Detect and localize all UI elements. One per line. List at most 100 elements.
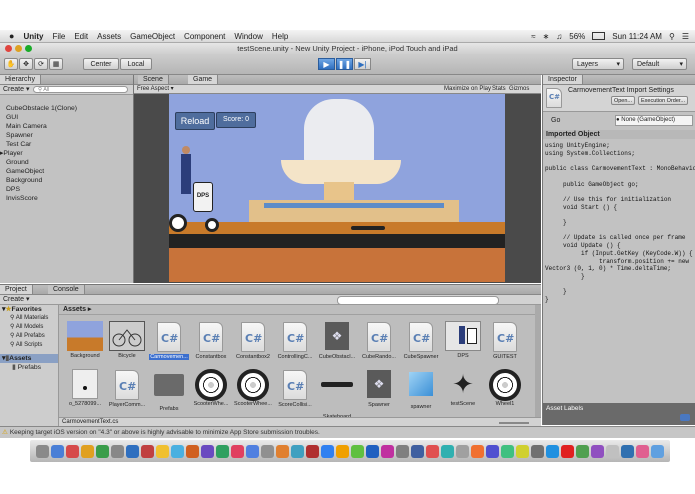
dock-app-icon[interactable] <box>81 445 94 458</box>
asset-item[interactable]: ❖ CubeObstacl... <box>317 321 357 360</box>
dock-app-icon[interactable] <box>651 445 664 458</box>
notification-icon[interactable]: ☰ <box>682 32 689 41</box>
fav-item[interactable]: ⚲ All Prefabs <box>0 332 58 341</box>
hierarchy-item[interactable]: Background <box>0 176 133 185</box>
execution-order-button[interactable]: Execution Order... <box>638 96 688 105</box>
asset-item[interactable]: Bicycle <box>107 321 147 359</box>
dock-app-icon[interactable] <box>411 445 424 458</box>
favorites-header[interactable]: ▾★Favorites <box>0 305 58 314</box>
game-viewport[interactable]: DPS Reload Score: 0 <box>169 94 505 282</box>
dock-app-icon[interactable] <box>576 445 589 458</box>
hierarchy-search-input[interactable]: ⚲ All <box>33 86 128 93</box>
dock-app-icon[interactable] <box>366 445 379 458</box>
dock-app-icon[interactable] <box>501 445 514 458</box>
hierarchy-item[interactable]: Test Car <box>0 140 133 149</box>
clock[interactable]: Sun 11:24 AM <box>612 32 662 41</box>
dock-app-icon[interactable] <box>426 445 439 458</box>
menu-assets[interactable]: Assets <box>97 32 121 41</box>
dock-app-icon[interactable] <box>351 445 364 458</box>
status-message[interactable]: Keeping target iOS version on "4.3" or a… <box>10 429 320 436</box>
asset-item[interactable]: Skateboard <box>317 369 357 420</box>
dock-app-icon[interactable] <box>636 445 649 458</box>
dock-app-icon[interactable] <box>201 445 214 458</box>
move-tool-icon[interactable]: ✥ <box>19 58 33 70</box>
asset-item[interactable]: ❖ Spawner <box>359 369 399 408</box>
hierarchy-item[interactable]: CubeObstacle 1(Clone) <box>0 104 133 113</box>
step-button[interactable]: ▶| <box>354 58 371 70</box>
dock-app-icon[interactable] <box>246 445 259 458</box>
tab-game[interactable]: Game <box>188 75 219 84</box>
asset-item[interactable]: C# ScoreCollisi... <box>275 369 315 408</box>
dock-app-icon[interactable] <box>471 445 484 458</box>
asset-item[interactable]: C# PlayerComm... <box>107 369 147 408</box>
dock-app-icon[interactable] <box>591 445 604 458</box>
spotlight-icon[interactable]: ⚲ <box>669 32 675 41</box>
asset-item[interactable]: Background <box>65 321 105 359</box>
dock-app-icon[interactable] <box>561 445 574 458</box>
asset-item[interactable]: Prefabs <box>149 369 189 412</box>
dock-app-icon[interactable] <box>486 445 499 458</box>
apple-icon[interactable]: ● <box>9 31 14 41</box>
hierarchy-item[interactable]: Main Camera <box>0 122 133 131</box>
dock-app-icon[interactable] <box>621 445 634 458</box>
asset-breadcrumb[interactable]: Assets ▸ <box>59 305 535 315</box>
hierarchy-item[interactable]: Ground <box>0 158 133 167</box>
icon-size-slider[interactable] <box>499 422 529 424</box>
dock-app-icon[interactable] <box>141 445 154 458</box>
tab-scene[interactable]: Scene <box>138 75 169 84</box>
play-button[interactable]: ▶ <box>318 58 335 70</box>
reload-button[interactable]: Reload <box>175 112 215 130</box>
minimize-window-icon[interactable] <box>15 45 22 52</box>
asset-item[interactable]: Wheel1 <box>485 369 525 407</box>
gizmos-dropdown[interactable]: Gizmos <box>509 85 529 93</box>
dock-app-icon[interactable] <box>216 445 229 458</box>
dock-app-icon[interactable] <box>531 445 544 458</box>
asset-item[interactable]: ScooterWhee... <box>233 369 273 407</box>
label-tag-icon[interactable] <box>680 414 690 421</box>
asset-item[interactable]: DPS <box>443 321 483 359</box>
tab-console[interactable]: Console <box>48 285 85 294</box>
menu-help[interactable]: Help <box>272 32 288 41</box>
fav-item[interactable]: ⚲ All Scripts <box>0 341 58 350</box>
dock-app-icon[interactable] <box>381 445 394 458</box>
layers-dropdown[interactable]: Layers ▾ <box>572 58 624 70</box>
pause-button[interactable]: ❚❚ <box>336 58 353 70</box>
dock-app-icon[interactable] <box>111 445 124 458</box>
prefabs-folder[interactable]: ▮ Prefabs <box>0 363 58 372</box>
asset-item[interactable]: C# Constantbox2 <box>233 321 273 360</box>
asset-item[interactable]: C# Carmovemen... <box>149 321 189 360</box>
bluetooth-icon[interactable]: ∗ <box>543 32 550 41</box>
hierarchy-item[interactable]: GameObject <box>0 167 133 176</box>
fav-item[interactable]: ⚲ All Materials <box>0 314 58 323</box>
dock-app-icon[interactable] <box>306 445 319 458</box>
dock-app-icon[interactable] <box>96 445 109 458</box>
menu-gameobject[interactable]: GameObject <box>130 32 175 41</box>
dock-app-icon[interactable] <box>51 445 64 458</box>
maximize-on-play-toggle[interactable]: Maximize on Play <box>444 85 491 93</box>
hierarchy-item[interactable]: DPS <box>0 185 133 194</box>
battery-icon[interactable] <box>592 32 606 40</box>
dock-app-icon[interactable] <box>186 445 199 458</box>
assets-folder[interactable]: ▾▮Assets <box>0 354 58 363</box>
dock-app-icon[interactable] <box>456 445 469 458</box>
asset-item[interactable]: ✦ testScene <box>443 369 483 407</box>
dock-app-icon[interactable] <box>66 445 79 458</box>
battery-percent[interactable]: 56% <box>569 32 585 41</box>
layout-dropdown[interactable]: Default ▾ <box>632 58 687 70</box>
hierarchy-item[interactable]: GUI <box>0 113 133 122</box>
asset-item[interactable]: spawner <box>401 369 441 410</box>
dock-app-icon[interactable] <box>291 445 304 458</box>
asset-item[interactable]: C# GUITEST <box>485 321 525 360</box>
menu-component[interactable]: Component <box>184 32 225 41</box>
dock-app-icon[interactable] <box>261 445 274 458</box>
dock-app-icon[interactable] <box>516 445 529 458</box>
open-button[interactable]: Open... <box>611 96 635 105</box>
rotate-tool-icon[interactable]: ⟳ <box>34 58 48 70</box>
dock-app-icon[interactable] <box>546 445 559 458</box>
hierarchy-item[interactable]: ▸Player <box>0 149 133 158</box>
hand-tool-icon[interactable]: ✋ <box>4 58 18 70</box>
dock-app-icon[interactable] <box>126 445 139 458</box>
hierarchy-item[interactable]: InvisScore <box>0 194 133 203</box>
zoom-window-icon[interactable] <box>25 45 32 52</box>
stats-toggle[interactable]: Stats <box>492 85 506 93</box>
